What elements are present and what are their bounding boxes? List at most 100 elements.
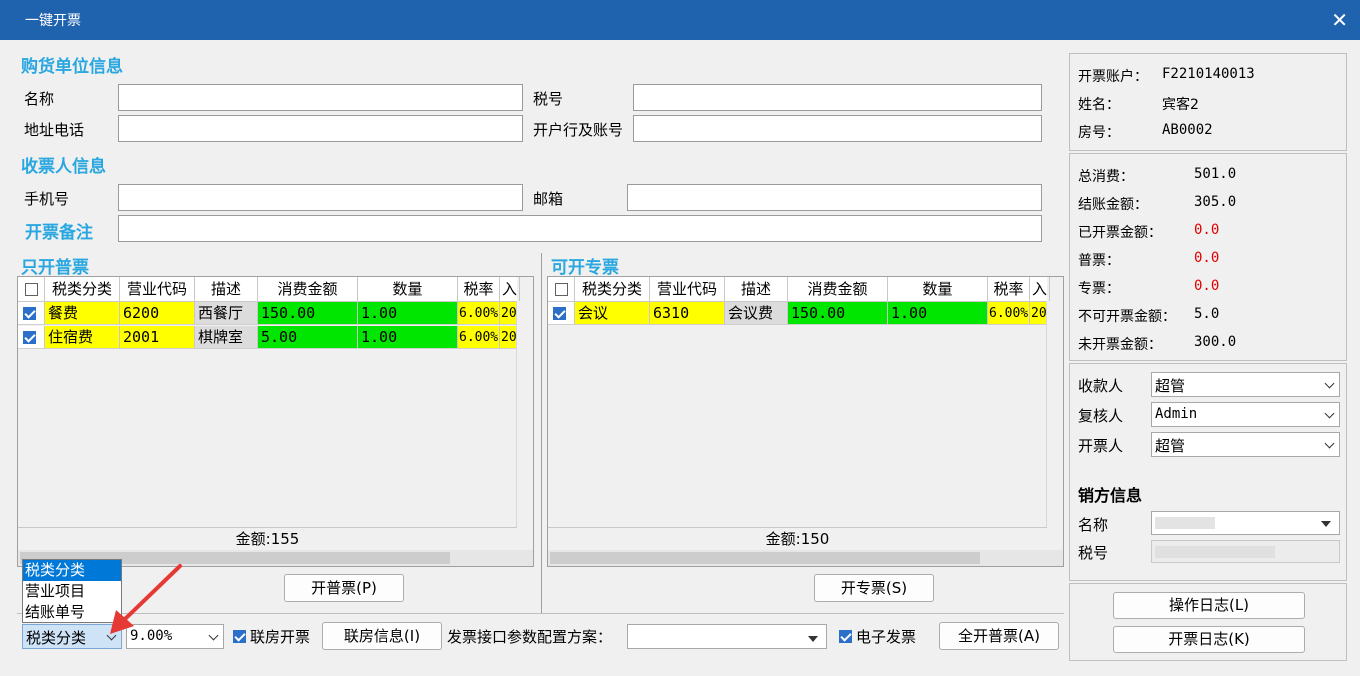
receiver-section-title: 收票人信息 <box>21 157 106 177</box>
special-invoice-grid[interactable]: 税类分类 营业代码 描述 消费金额 数量 税率 入 会议 6310 会议费 15… <box>547 276 1064 567</box>
receiver-phone-input[interactable] <box>118 184 523 211</box>
reviewer-label: 复核人 <box>1078 407 1124 425</box>
operation-log-button[interactable]: 操作日志(L) <box>1113 592 1305 619</box>
payee-select[interactable]: 超管 <box>1151 372 1340 397</box>
buyer-section-title: 购货单位信息 <box>21 57 123 77</box>
cell-amount: 150.00 <box>258 302 358 325</box>
buyer-name-input[interactable] <box>118 84 523 111</box>
cell-code: 6310 <box>650 302 725 325</box>
col-amount[interactable]: 消费金额 <box>788 277 888 301</box>
einvoice-label[interactable]: 电子发票 <box>856 626 916 647</box>
select-all-checkbox[interactable] <box>25 283 38 296</box>
non-invoiceable-label: 不可开票金额： <box>1078 309 1176 325</box>
col-code[interactable]: 营业代码 <box>120 277 195 301</box>
cell-qty: 1.00 <box>888 302 988 325</box>
summary-panel: 总消费： 501.0 结账金额： 305.0 已开票金额： 0.0 普票： 0.… <box>1069 153 1347 361</box>
issuer-label: 开票人 <box>1078 437 1124 455</box>
cell-amount: 150.00 <box>788 302 888 325</box>
staff-seller-panel: 收款人 超管 复核人 Admin 开票人 超管 销方信息 名称 税号 <box>1069 363 1347 581</box>
invoice-remark-label: 开票备注 <box>25 223 93 243</box>
window-title: 一键开票 <box>25 13 81 29</box>
buyer-tax-label: 税号 <box>533 90 564 108</box>
buyer-address-input[interactable] <box>118 115 523 142</box>
invoice-log-button[interactable]: 开票日志(K) <box>1113 626 1305 653</box>
row-checkbox[interactable] <box>23 331 36 344</box>
col-rate[interactable]: 税率 <box>988 277 1030 301</box>
col-qty[interactable]: 数量 <box>358 277 458 301</box>
cell-desc: 会议费 <box>725 302 788 325</box>
uninvoiced-amount-value: 300.0 <box>1194 334 1237 350</box>
col-amount[interactable]: 消费金额 <box>258 277 358 301</box>
total-consumption-label: 总消费： <box>1078 169 1134 185</box>
seller-tax-input[interactable] <box>1151 540 1340 563</box>
col-category[interactable]: 税类分类 <box>575 277 650 301</box>
room-link-label[interactable]: 联房开票 <box>250 626 310 647</box>
receiver-email-input[interactable] <box>627 184 1042 211</box>
issuer-select[interactable]: 超管 <box>1151 432 1340 457</box>
uninvoiced-amount-label: 未开票金额： <box>1078 337 1162 353</box>
grid-header: 税类分类 营业代码 描述 消费金额 数量 税率 入 <box>548 277 1050 302</box>
room-link-checkbox[interactable] <box>233 630 246 643</box>
scrollbar-thumb[interactable] <box>550 552 980 564</box>
config-scheme-select[interactable] <box>627 624 827 649</box>
cell-category: 会议 <box>575 302 650 325</box>
cell-qty: 1.00 <box>358 302 458 325</box>
group-by-value: 税类分类 <box>26 629 87 647</box>
account-panel: 开票账户： F2210140013 姓名： 宾客2 房号： AB0002 <box>1069 53 1347 151</box>
cell-rate: 6.00% <box>458 302 500 325</box>
select-all-checkbox[interactable] <box>555 283 568 296</box>
issue-general-invoice-button[interactable]: 开普票(P) <box>284 574 404 602</box>
col-desc[interactable]: 描述 <box>195 277 258 301</box>
cell-rate: 6.00% <box>988 302 1030 325</box>
payee-value: 超管 <box>1155 377 1186 395</box>
chevron-down-icon <box>208 630 219 641</box>
col-extra[interactable]: 入 <box>1030 277 1050 301</box>
general-invoice-label: 普票： <box>1078 253 1120 269</box>
guest-name-label: 姓名： <box>1078 97 1120 113</box>
seller-name-select[interactable] <box>1151 511 1340 535</box>
chevron-down-icon <box>1324 408 1335 419</box>
cell-code: 6200 <box>120 302 195 325</box>
buyer-name-label: 名称 <box>24 90 55 108</box>
col-code[interactable]: 营业代码 <box>650 277 725 301</box>
cell-rate: 6.00% <box>458 326 500 349</box>
col-extra[interactable]: 入 <box>500 277 520 301</box>
grid-total: 金额:155 <box>18 527 517 550</box>
buyer-tax-input[interactable] <box>633 84 1042 111</box>
col-rate[interactable]: 税率 <box>458 277 500 301</box>
grid-total: 金额:150 <box>548 527 1047 550</box>
reviewer-value: Admin <box>1155 406 1198 422</box>
buyer-bank-input[interactable] <box>633 115 1042 142</box>
settled-amount-label: 结账金额： <box>1078 197 1148 213</box>
room-value: AB0002 <box>1162 122 1213 138</box>
vertical-scrollbar[interactable] <box>1046 301 1063 550</box>
annotation-arrow-icon <box>110 564 182 634</box>
reviewer-select[interactable]: Admin <box>1151 402 1340 427</box>
col-qty[interactable]: 数量 <box>888 277 988 301</box>
cell-desc: 棋牌室 <box>195 326 258 349</box>
special-invoice-label: 专票： <box>1078 281 1120 297</box>
invoiced-amount-value: 0.0 <box>1194 222 1220 238</box>
row-checkbox[interactable] <box>23 307 36 320</box>
vertical-scrollbar[interactable] <box>516 301 533 550</box>
col-desc[interactable]: 描述 <box>725 277 788 301</box>
general-invoice-grid[interactable]: 税类分类 营业代码 描述 消费金额 数量 税率 入 餐费 6200 西餐厅 15… <box>17 276 534 567</box>
logs-panel: 操作日志(L) 开票日志(K) <box>1069 583 1347 661</box>
einvoice-checkbox[interactable] <box>839 630 852 643</box>
issue-all-general-button[interactable]: 全开普票(A) <box>939 622 1059 650</box>
cell-amount: 5.00 <box>258 326 358 349</box>
general-invoice-title: 只开普票 <box>21 258 89 278</box>
window-titlebar: 一键开票 ✕ <box>0 0 1360 40</box>
non-invoiceable-value: 5.0 <box>1194 306 1220 322</box>
invoice-remark-input[interactable] <box>118 215 1042 242</box>
issue-special-invoice-button[interactable]: 开专票(S) <box>814 574 934 602</box>
row-checkbox[interactable] <box>553 307 566 320</box>
seller-section-title: 销方信息 <box>1078 486 1143 505</box>
room-info-button[interactable]: 联房信息(I) <box>322 622 442 650</box>
col-category[interactable]: 税类分类 <box>45 277 120 301</box>
account-value: F2210140013 <box>1162 66 1255 82</box>
config-scheme-label: 发票接口参数配置方案： <box>447 628 613 646</box>
dropdown-arrow-icon <box>808 636 818 642</box>
close-icon[interactable]: ✕ <box>1331 8 1348 32</box>
horizontal-scrollbar[interactable] <box>548 550 1063 566</box>
